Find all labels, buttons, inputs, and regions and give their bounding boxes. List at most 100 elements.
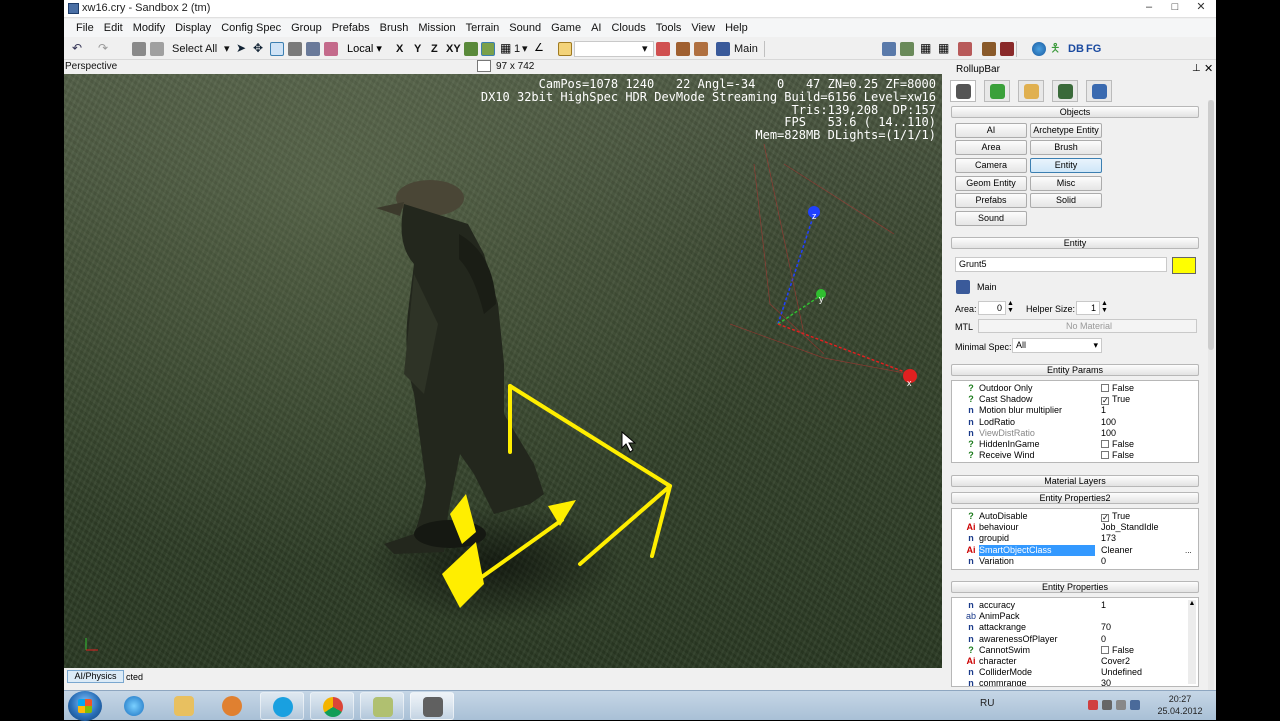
unfreeze-icon[interactable]: [694, 42, 708, 56]
properties-scroll-up-icon[interactable]: ▲: [1188, 600, 1196, 607]
menu-ai[interactable]: AI: [591, 22, 601, 34]
menu-view[interactable]: View: [691, 22, 715, 34]
maximize-button[interactable]: □: [1162, 0, 1188, 16]
coord-system-select[interactable]: Local ▾: [344, 41, 390, 57]
menu-edit[interactable]: Edit: [104, 22, 123, 34]
select-pointer-icon[interactable]: ➤: [236, 42, 250, 56]
db-button[interactable]: DB: [1068, 41, 1084, 57]
table-icon[interactable]: ▦: [920, 42, 934, 56]
soldier-character[interactable]: [376, 180, 544, 554]
helper-size-stepper[interactable]: ▲ ▼: [1101, 300, 1108, 314]
menu-terrain[interactable]: Terrain: [466, 22, 500, 34]
entity-property2-row[interactable]: n Variation 0: [952, 556, 1198, 567]
material-layers-header[interactable]: Material Layers: [951, 475, 1199, 487]
property-checkbox[interactable]: [1101, 384, 1109, 392]
entity-property-row[interactable]: Ai character Cover2: [952, 656, 1198, 667]
taskbar-chrome[interactable]: [310, 692, 354, 720]
property-value[interactable]: Cover2: [1101, 656, 1196, 667]
property-value[interactable]: False: [1101, 383, 1196, 394]
property-value[interactable]: ✓ True: [1101, 394, 1196, 406]
terrain-snap-icon[interactable]: [464, 42, 478, 56]
network-icon[interactable]: [1130, 700, 1140, 710]
tab-objects[interactable]: [950, 80, 976, 102]
property-value[interactable]: False: [1101, 450, 1196, 461]
entity-property-row[interactable]: n ColliderMode Undefined: [952, 667, 1198, 678]
viewport-label[interactable]: Perspective: [65, 61, 117, 72]
menu-modify[interactable]: Modify: [133, 22, 165, 34]
property-checkbox[interactable]: [1101, 440, 1109, 448]
property-value[interactable]: 0: [1101, 556, 1196, 567]
entity-param-row[interactable]: ? Receive Wind False: [952, 450, 1198, 461]
tab-display[interactable]: [1052, 80, 1078, 102]
object-button-misc[interactable]: Misc: [1030, 176, 1102, 191]
tab-terrain[interactable]: [984, 80, 1010, 102]
menu-prefabs[interactable]: Prefabs: [332, 22, 370, 34]
entity-property2-row[interactable]: Ai SmartObjectClass Cleaner...: [952, 544, 1198, 556]
move-icon[interactable]: ✥: [253, 42, 267, 56]
layer-name[interactable]: Main: [734, 41, 758, 57]
layer-icon[interactable]: [716, 42, 730, 56]
ai-physics-tab[interactable]: AI/Physics: [67, 670, 124, 683]
taskbar-explorer[interactable]: [162, 692, 206, 720]
entity-property2-row[interactable]: ? AutoDisable ✓ True: [952, 511, 1198, 522]
entity-property-row[interactable]: n attackrange 70: [952, 622, 1198, 633]
minimize-button[interactable]: –: [1136, 0, 1162, 16]
entity-param-row[interactable]: ? Cast Shadow ✓ True: [952, 394, 1198, 406]
menu-sound[interactable]: Sound: [509, 22, 541, 34]
object-button-area[interactable]: Area: [955, 140, 1027, 155]
select-all-dropdown-icon[interactable]: ▾: [224, 41, 230, 57]
viewport-size-icon[interactable]: [477, 60, 491, 72]
materials-icon[interactable]: [982, 42, 996, 56]
entity-param-row[interactable]: ? Outdoor Only False: [952, 383, 1198, 394]
browse-button[interactable]: ...: [1185, 545, 1192, 556]
object-button-prefabs[interactable]: Prefabs: [955, 193, 1027, 208]
entity-param-row[interactable]: ? HiddenInGame False: [952, 439, 1198, 450]
rollup-close-icon[interactable]: ✕: [1204, 62, 1213, 75]
menu-display[interactable]: Display: [175, 22, 211, 34]
entity-property-row[interactable]: n awarenessOfPlayer 0: [952, 634, 1198, 645]
entity-param-row[interactable]: n Motion blur multiplier 1: [952, 405, 1198, 416]
freeze-icon[interactable]: [676, 42, 690, 56]
pin-icon[interactable]: ⊥: [1192, 63, 1201, 74]
property-value[interactable]: 70: [1101, 622, 1196, 633]
grid-icon[interactable]: ▦: [500, 42, 514, 56]
axis-y-button[interactable]: Y: [414, 41, 421, 57]
material-button[interactable]: No Material: [978, 319, 1197, 333]
property-value[interactable]: Cleaner...: [1101, 545, 1196, 556]
taskbar-media-player[interactable]: [210, 692, 254, 720]
scale-icon[interactable]: [288, 42, 302, 56]
tray-icon-2[interactable]: [1102, 700, 1112, 710]
property-value[interactable]: Job_StandIdle: [1101, 522, 1196, 533]
menu-group[interactable]: Group: [291, 22, 322, 34]
clock[interactable]: 20:27 25.04.2012: [1150, 693, 1210, 717]
perspective-viewport[interactable]: z y x CamPos=1078 1240 22 Angl=-34 0 47 …: [64, 74, 942, 668]
language-indicator[interactable]: RU: [980, 698, 994, 709]
object-button-ai[interactable]: AI: [955, 123, 1027, 138]
menu-brush[interactable]: Brush: [380, 22, 409, 34]
snap-dropdown-icon[interactable]: ▾: [522, 41, 528, 57]
property-checkbox[interactable]: ✓: [1101, 514, 1109, 522]
named-selection-dropdown-icon[interactable]: ▾: [642, 41, 648, 57]
taskbar-skype[interactable]: [260, 692, 304, 720]
select-all-label[interactable]: Select All: [172, 41, 217, 57]
area-stepper[interactable]: ▲ ▼: [1007, 300, 1014, 314]
entity-color-swatch[interactable]: [1172, 257, 1196, 274]
objects-section-header[interactable]: Objects: [951, 106, 1199, 118]
entity-param-row[interactable]: n ViewDistRatio 100: [952, 428, 1198, 439]
object-snap-icon[interactable]: [481, 42, 495, 56]
menu-help[interactable]: Help: [725, 22, 748, 34]
axis-xy-button[interactable]: XY: [446, 41, 461, 57]
property-value[interactable]: 100: [1101, 417, 1196, 428]
entity-params-header[interactable]: Entity Params: [951, 364, 1199, 376]
object-button-archetype-entity[interactable]: Archetype Entity: [1030, 123, 1102, 138]
undo-icon[interactable]: ↶: [72, 42, 86, 56]
object-button-solid[interactable]: Solid: [1030, 193, 1102, 208]
entity-property-row[interactable]: n accuracy 1: [952, 600, 1198, 611]
tab-modeling[interactable]: [1018, 80, 1044, 102]
start-button[interactable]: [68, 691, 102, 721]
rollup-scrollbar[interactable]: [1208, 100, 1214, 690]
axis-z-button[interactable]: Z: [431, 41, 438, 57]
select-terrain-icon[interactable]: [306, 42, 320, 56]
object-button-sound[interactable]: Sound: [955, 211, 1027, 226]
entity-property2-row[interactable]: Ai behaviour Job_StandIdle: [952, 522, 1198, 533]
